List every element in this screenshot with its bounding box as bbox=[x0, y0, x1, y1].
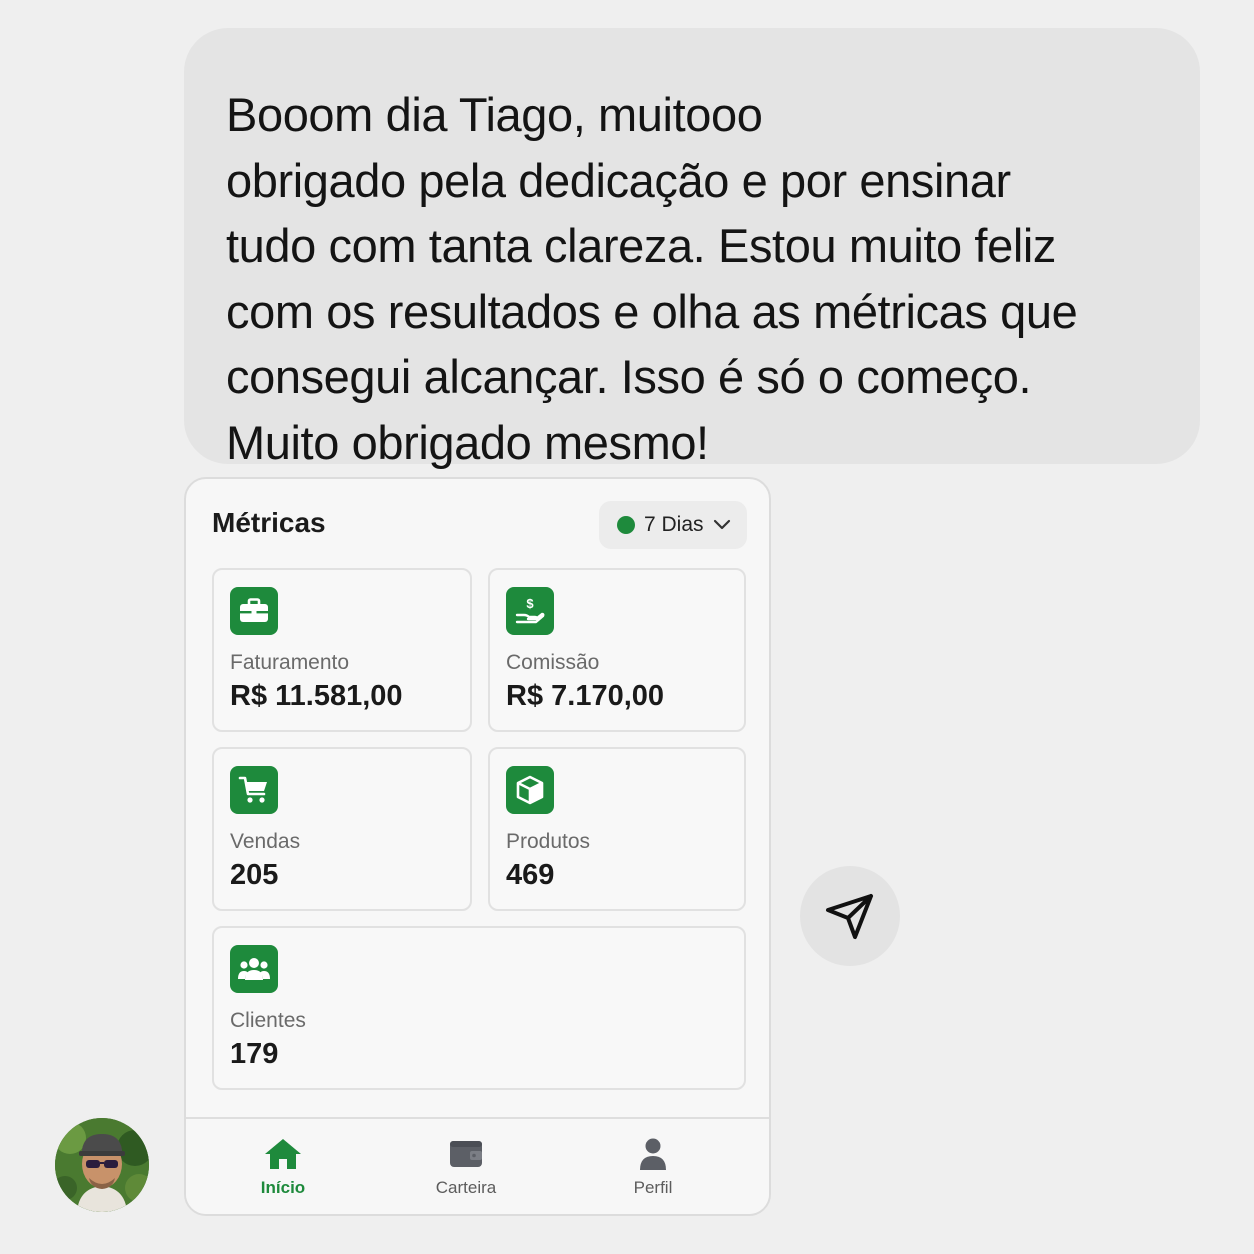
nav-item-perfil[interactable]: Perfil bbox=[593, 1119, 713, 1214]
user-icon bbox=[593, 1137, 713, 1171]
money-hand-icon: $ bbox=[506, 587, 554, 635]
status-dot bbox=[617, 516, 635, 534]
metric-value: 469 bbox=[506, 859, 555, 891]
metric-value: 179 bbox=[230, 1038, 279, 1070]
message-bubble: Booom dia Tiago, muitooo obrigado pela d… bbox=[184, 28, 1200, 469]
metric-comissao[interactable]: $ Comissão R$ 7.170,00 bbox=[488, 568, 746, 732]
metric-vendas[interactable]: Vendas 205 bbox=[212, 747, 472, 911]
period-label: 7 Dias bbox=[644, 513, 704, 536]
metric-label: Clientes bbox=[230, 1009, 306, 1032]
metric-label: Vendas bbox=[230, 830, 301, 853]
nav-item-inicio[interactable]: Início bbox=[223, 1119, 343, 1214]
nav-item-carteira[interactable]: Carteira bbox=[406, 1119, 526, 1214]
metric-value: R$ 7.170,00 bbox=[506, 680, 665, 712]
briefcase-icon bbox=[230, 587, 278, 635]
box-icon bbox=[506, 766, 554, 814]
message-text: Booom dia Tiago, muitooo obrigado pela d… bbox=[226, 88, 1078, 469]
send-icon bbox=[826, 894, 873, 939]
metric-value: R$ 11.581,00 bbox=[230, 680, 403, 712]
metrics-card: Métricas 7 Dias Faturamento R$ 11.581,00… bbox=[184, 477, 771, 1216]
card-title: Métricas bbox=[212, 507, 326, 538]
nav-label: Carteira bbox=[435, 1178, 497, 1197]
wallet-icon bbox=[406, 1137, 526, 1169]
metric-faturamento[interactable]: Faturamento R$ 11.581,00 bbox=[212, 568, 472, 732]
metric-value: 205 bbox=[230, 859, 279, 891]
nav-label: Perfil bbox=[633, 1178, 673, 1197]
home-icon bbox=[223, 1137, 343, 1171]
period-dropdown[interactable]: 7 Dias bbox=[599, 501, 747, 549]
users-icon bbox=[230, 945, 278, 993]
nav-label: Início bbox=[260, 1178, 306, 1197]
svg-text:$: $ bbox=[526, 596, 534, 611]
send-button[interactable] bbox=[800, 866, 900, 966]
cart-icon bbox=[230, 766, 278, 814]
chevron-down-icon bbox=[713, 519, 730, 530]
avatar bbox=[55, 1118, 149, 1212]
metric-label: Produtos bbox=[506, 830, 591, 853]
bottom-nav: Início Carteira Perfil bbox=[186, 1117, 769, 1214]
metric-clientes[interactable]: Clientes 179 bbox=[212, 926, 746, 1090]
metric-label: Comissão bbox=[506, 651, 600, 674]
metric-label: Faturamento bbox=[230, 651, 350, 674]
metric-produtos[interactable]: Produtos 469 bbox=[488, 747, 746, 911]
